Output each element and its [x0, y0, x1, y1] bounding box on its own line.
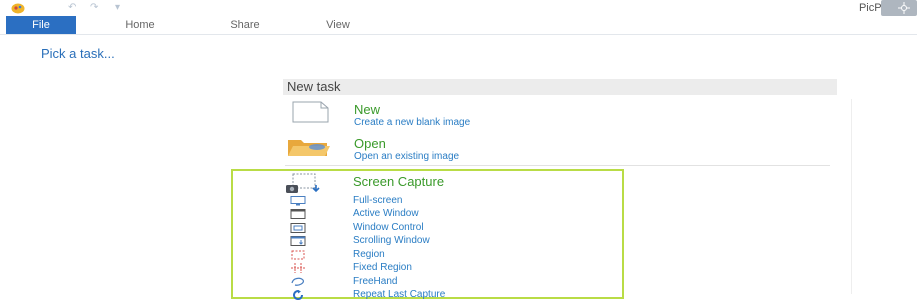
capture-active-window-label: Active Window	[353, 208, 419, 219]
tab-file[interactable]: File	[6, 16, 76, 34]
capture-window-control[interactable]: Window Control	[290, 222, 550, 235]
capture-repeat-last[interactable]: Repeat Last Capture	[290, 289, 550, 302]
capture-full-screen-label: Full-screen	[353, 195, 403, 206]
open-task-desc[interactable]: Open an existing image	[354, 151, 459, 162]
capture-fixed-region[interactable]: Fixed Region	[290, 262, 550, 275]
capture-scrolling-window[interactable]: Scrolling Window	[290, 235, 550, 248]
ribbon-tabs: File Home Share View	[0, 16, 917, 35]
capture-freehand-label: FreeHand	[353, 276, 398, 287]
panel-divider	[851, 99, 852, 294]
fixed-region-icon	[291, 263, 305, 273]
app-logo-icon	[11, 3, 25, 14]
capture-window-control-label: Window Control	[353, 222, 424, 233]
capture-region[interactable]: Region	[290, 249, 550, 262]
tab-view[interactable]: View	[313, 16, 363, 34]
undo-icon[interactable]: ↶	[68, 1, 76, 15]
window-icon	[290, 209, 306, 219]
tab-share[interactable]: Share	[215, 16, 275, 34]
capture-scrolling-window-label: Scrolling Window	[353, 235, 430, 246]
capture-active-window[interactable]: Active Window	[290, 208, 550, 221]
section-separator	[285, 165, 830, 166]
freehand-icon	[291, 277, 304, 286]
new-task-title[interactable]: New	[354, 102, 380, 117]
scrolling-window-icon	[290, 236, 306, 246]
window-menu-icon[interactable]	[881, 0, 917, 16]
capture-full-screen[interactable]: Full-screen	[290, 195, 550, 208]
redo-icon[interactable]: ↷	[90, 1, 98, 15]
screen-capture-title[interactable]: Screen Capture	[353, 174, 444, 189]
quick-access-menu-icon[interactable]: ▾	[115, 1, 120, 15]
capture-freehand[interactable]: FreeHand	[290, 276, 550, 289]
window-control-icon	[290, 223, 306, 233]
tab-home[interactable]: Home	[110, 16, 170, 34]
capture-repeat-last-label: Repeat Last Capture	[353, 289, 446, 300]
blank-page-icon[interactable]	[291, 101, 331, 123]
folder-open-icon[interactable]	[287, 137, 331, 157]
region-icon	[291, 250, 305, 260]
title-bar: ↶ ↷ ▾ PicPick	[0, 0, 917, 16]
capture-fixed-region-label: Fixed Region	[353, 262, 412, 273]
capture-region-label: Region	[353, 249, 385, 260]
new-task-desc[interactable]: Create a new blank image	[354, 117, 470, 128]
screen-capture-icon	[286, 173, 320, 193]
new-task-header: New task	[283, 79, 837, 95]
pick-a-task-label: Pick a task...	[41, 46, 115, 61]
repeat-icon	[293, 290, 304, 300]
monitor-icon	[290, 196, 306, 206]
open-task-title[interactable]: Open	[354, 136, 386, 151]
